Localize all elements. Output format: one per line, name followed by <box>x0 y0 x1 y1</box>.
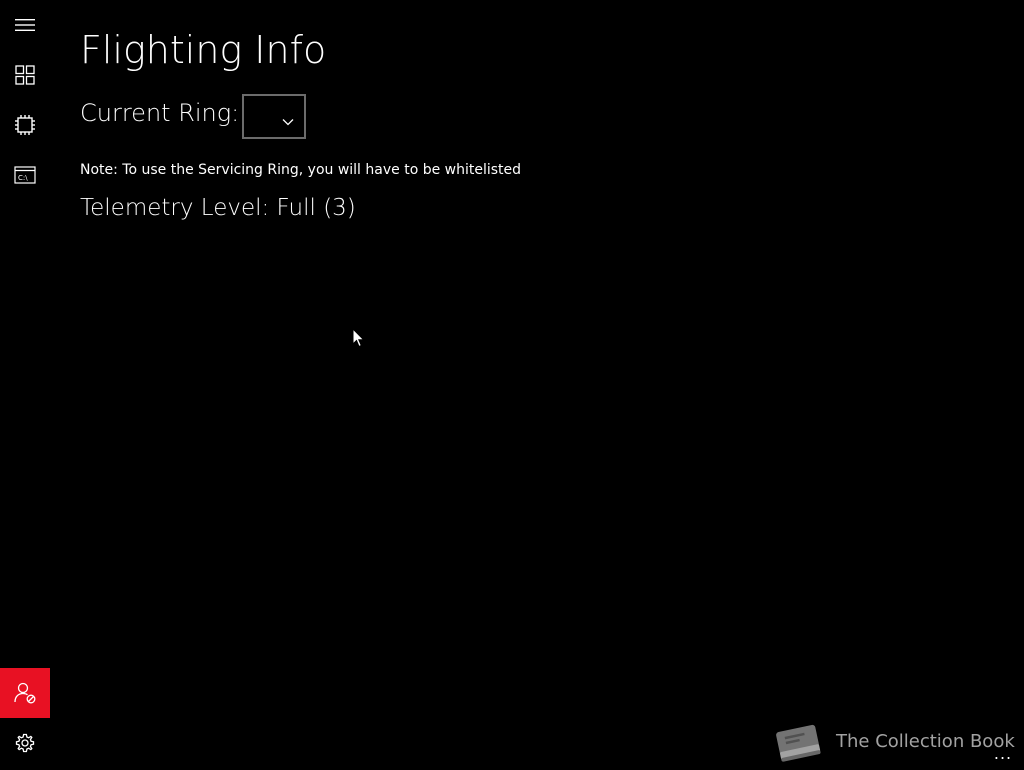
page-title: Flighting Info <box>80 28 327 72</box>
nav-rail: C:\ <box>0 0 50 768</box>
telemetry-level: Telemetry Level: Full (3) <box>80 195 356 221</box>
mouse-pointer-icon <box>352 327 366 352</box>
whitelist-note: Note: To use the Servicing Ring, you wil… <box>80 162 522 178</box>
book-icon <box>772 718 826 770</box>
nav-item-account[interactable] <box>0 668 50 718</box>
watermark: The Collection Book <box>772 716 1015 770</box>
hamburger-menu-icon <box>15 18 35 32</box>
svg-text:C:\: C:\ <box>18 174 28 182</box>
gear-icon <box>15 733 35 753</box>
dashboard-tiles-icon <box>15 65 35 85</box>
settings-button[interactable] <box>0 718 50 768</box>
nav-item-command-prompt[interactable]: C:\ <box>0 150 50 200</box>
chevron-down-icon <box>282 111 294 130</box>
command-prompt-icon: C:\ <box>14 166 36 184</box>
nav-item-dashboard[interactable] <box>0 50 50 100</box>
more-options-button[interactable]: ... <box>988 744 1018 764</box>
current-ring-dropdown[interactable] <box>242 94 306 139</box>
current-ring-label: Current Ring: <box>80 99 240 127</box>
hamburger-menu-button[interactable] <box>0 0 50 50</box>
user-block-icon <box>13 681 37 705</box>
nav-item-processor[interactable] <box>0 100 50 150</box>
processor-chip-icon <box>14 114 36 136</box>
